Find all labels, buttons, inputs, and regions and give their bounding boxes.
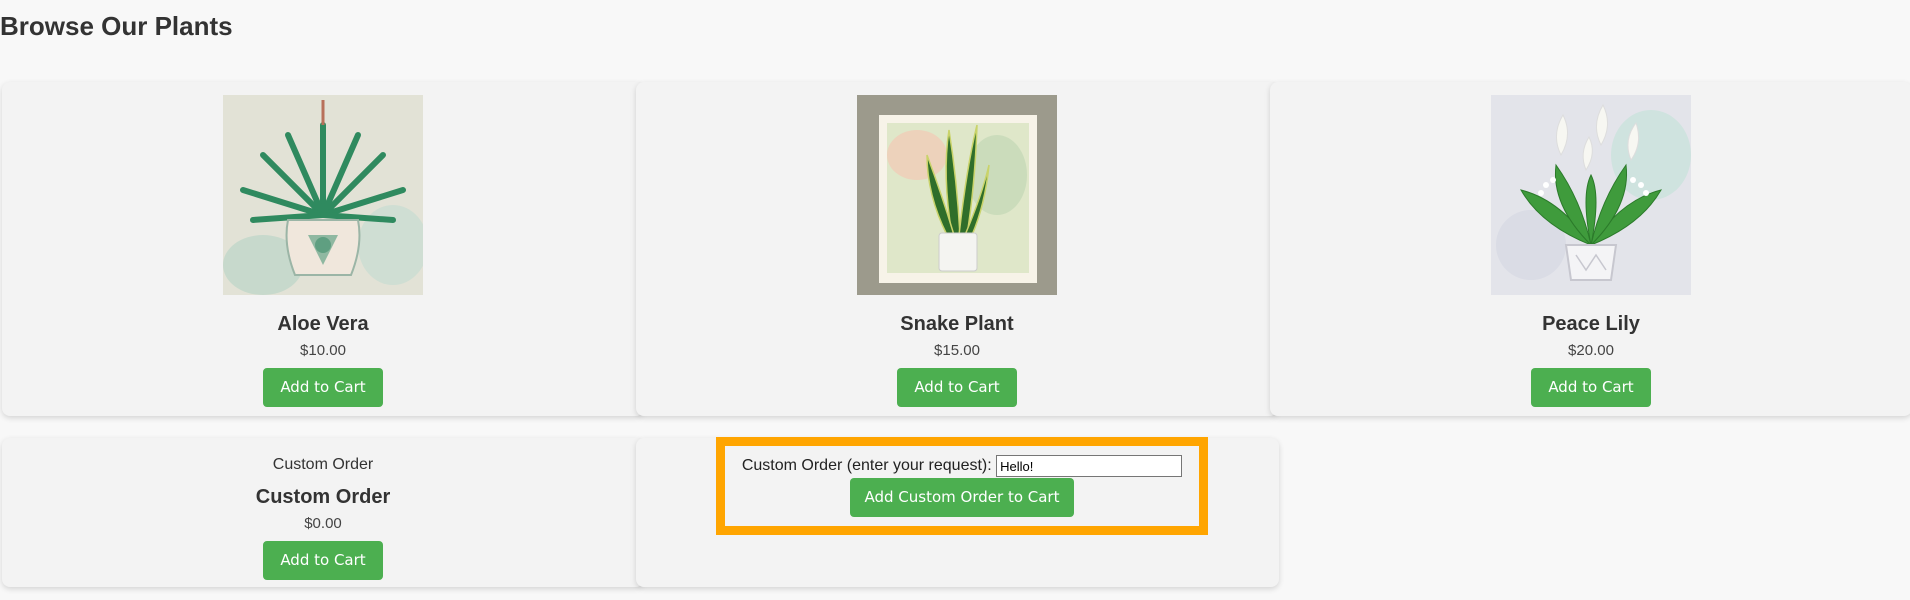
snake-plant-image xyxy=(857,95,1057,295)
custom-order-input-label: Custom Order (enter your request): xyxy=(741,457,992,474)
aloe-vera-image xyxy=(223,95,423,295)
product-name: Aloe Vera xyxy=(277,313,369,335)
product-name: Snake Plant xyxy=(900,313,1014,335)
add-to-cart-button-snake-plant[interactable]: Add to Cart xyxy=(897,368,1017,407)
custom-order-form: Custom Order (enter your request): Add C… xyxy=(716,437,1208,535)
product-name: Custom Order xyxy=(255,486,391,508)
add-custom-order-button[interactable]: Add Custom Order to Cart xyxy=(850,478,1074,518)
product-card-peace-lily: Peace Lily $20.00 Add to Cart xyxy=(1270,82,1910,416)
custom-order-input[interactable] xyxy=(996,455,1183,477)
product-price: $10.00 xyxy=(300,342,346,359)
product-card-snake-plant: Snake Plant $15.00 Add to Cart xyxy=(636,82,1278,416)
peace-lily-image xyxy=(1491,95,1691,295)
custom-order-label: Custom Order xyxy=(272,456,374,473)
product-card-custom-order: Custom Order Custom Order $0.00 Add to C… xyxy=(2,438,644,587)
add-to-cart-button-custom-order[interactable]: Add to Cart xyxy=(263,541,383,580)
add-to-cart-button-aloe-vera[interactable]: Add to Cart xyxy=(263,368,383,407)
page-title: Browse Our Plants xyxy=(0,11,233,41)
product-price: $0.00 xyxy=(304,515,342,532)
add-to-cart-button-peace-lily[interactable]: Add to Cart xyxy=(1531,368,1651,407)
product-price: $15.00 xyxy=(934,342,980,359)
product-card-aloe-vera: Aloe Vera $10.00 Add to Cart xyxy=(2,82,644,416)
product-price: $20.00 xyxy=(1568,342,1614,359)
product-name: Peace Lily xyxy=(1542,313,1640,335)
